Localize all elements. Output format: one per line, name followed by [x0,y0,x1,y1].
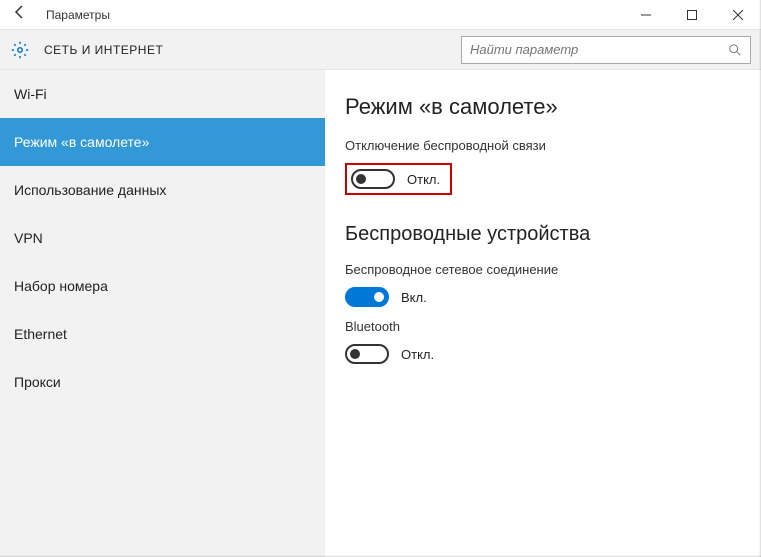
header-title: СЕТЬ И ИНТЕРНЕТ [44,43,163,57]
titlebar: Параметры [0,0,761,30]
back-button[interactable] [0,4,40,25]
wireless-connection-label: Беспроводное сетевое соединение [345,262,741,277]
wireless-toggle[interactable] [345,287,389,307]
maximize-button[interactable] [669,0,715,30]
bluetooth-toggle-label: Откл. [401,347,434,362]
sidebar-item-label: Использование данных [14,182,166,198]
sidebar-item-dialup[interactable]: Набор номера [0,262,325,310]
sidebar-item-proxy[interactable]: Прокси [0,358,325,406]
sidebar-item-ethernet[interactable]: Ethernet [0,310,325,358]
sidebar-item-label: Прокси [14,374,61,390]
wireless-toggle-label: Вкл. [401,290,427,305]
header: СЕТЬ И ИНТЕРНЕТ [0,30,761,70]
sidebar-item-label: VPN [14,230,43,246]
sidebar-item-data-usage[interactable]: Использование данных [0,166,325,214]
bluetooth-toggle[interactable] [345,344,389,364]
search-box[interactable] [461,36,751,64]
highlight-box: Откл. [345,163,452,195]
sidebar-item-label: Ethernet [14,326,67,342]
airplane-description: Отключение беспроводной связи [345,138,741,153]
body: Wi-Fi Режим «в самолете» Использование д… [0,70,761,557]
bluetooth-label: Bluetooth [345,319,741,334]
gear-icon [10,40,30,60]
airplane-mode-toggle-label: Откл. [407,172,440,187]
sidebar: Wi-Fi Режим «в самолете» Использование д… [0,70,325,557]
sidebar-item-airplane-mode[interactable]: Режим «в самолете» [0,118,325,166]
close-button[interactable] [715,0,761,30]
sidebar-item-label: Режим «в самолете» [14,134,149,150]
search-input[interactable] [470,42,728,57]
sidebar-item-label: Wi-Fi [14,86,47,102]
sidebar-item-label: Набор номера [14,278,108,294]
page-title: Режим «в самолете» [345,94,741,120]
sidebar-item-wifi[interactable]: Wi-Fi [0,70,325,118]
sidebar-item-vpn[interactable]: VPN [0,214,325,262]
wireless-devices-heading: Беспроводные устройства [345,223,741,246]
airplane-mode-toggle[interactable] [351,169,395,189]
search-icon [728,43,742,57]
main-content: Режим «в самолете» Отключение беспроводн… [325,70,761,557]
minimize-button[interactable] [623,0,669,30]
window-title: Параметры [40,8,110,22]
